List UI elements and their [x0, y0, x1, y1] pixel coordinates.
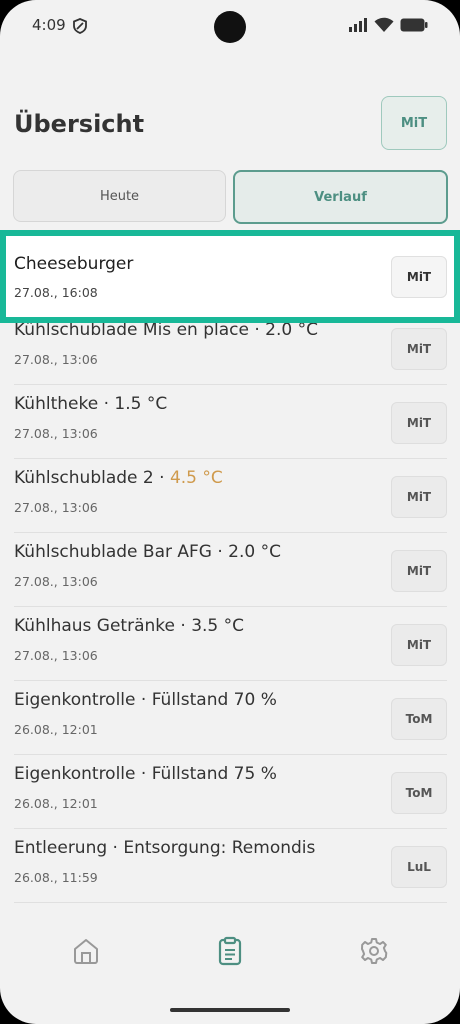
- header: Übersicht MiT: [0, 96, 460, 156]
- app-screen: 4:09 Übersicht MiT Heute Verlauf Kühlsch…: [0, 0, 460, 1024]
- highlighted-entry-frame: Cheeseburger 27.08., 16:08 MiT: [0, 230, 460, 323]
- gear-icon[interactable]: [359, 936, 389, 966]
- page-title: Übersicht: [14, 110, 145, 138]
- user-chip[interactable]: MiT: [391, 328, 447, 370]
- entry-timestamp: 27.08., 13:06: [14, 574, 98, 589]
- list-item[interactable]: Kühlschublade Bar AFG · 2.0 °C 27.08., 1…: [14, 532, 447, 607]
- status-bar: 4:09: [0, 0, 460, 56]
- user-chip[interactable]: ToM: [391, 772, 447, 814]
- entry-timestamp: 27.08., 13:06: [14, 426, 98, 441]
- user-chip[interactable]: MiT: [391, 256, 447, 298]
- list-item[interactable]: Kühlschublade 2 · 4.5 °C 27.08., 13:06 M…: [14, 458, 447, 533]
- entry-timestamp: 27.08., 13:06: [14, 352, 98, 367]
- entry-timestamp: 27.08., 13:06: [14, 648, 98, 663]
- temperature-warning: 4.5 °C: [169, 468, 223, 488]
- status-time: 4:09: [32, 16, 66, 34]
- list-item[interactable]: Kühltheke · 1.5 °C 27.08., 13:06 MiT: [14, 384, 447, 459]
- clipboard-icon[interactable]: [215, 936, 245, 966]
- entry-timestamp: 26.08., 12:01: [14, 722, 98, 737]
- entry-title: Entleerung · Entsorgung: Remondis: [14, 838, 316, 858]
- tab-bar: Heute Verlauf: [13, 170, 448, 224]
- camera-cutout: [214, 11, 246, 43]
- gesture-bar: [170, 1008, 290, 1012]
- highlighted-entry[interactable]: Cheeseburger 27.08., 16:08 MiT: [6, 236, 454, 317]
- entry-timestamp: 27.08., 13:06: [14, 500, 98, 515]
- user-chip[interactable]: ToM: [391, 698, 447, 740]
- entry-title: Cheeseburger: [14, 254, 134, 274]
- list-item[interactable]: Kühlhaus Getränke · 3.5 °C 27.08., 13:06…: [14, 606, 447, 681]
- shield-icon: [73, 18, 87, 34]
- user-chip[interactable]: LuL: [391, 846, 447, 888]
- bottom-navigation: [0, 906, 460, 1024]
- entry-timestamp: 26.08., 11:59: [14, 870, 98, 885]
- user-button[interactable]: MiT: [381, 96, 447, 150]
- user-chip[interactable]: MiT: [391, 624, 447, 666]
- entry-title: Kühlhaus Getränke · 3.5 °C: [14, 616, 244, 636]
- user-chip[interactable]: MiT: [391, 402, 447, 444]
- signal-icon: [349, 18, 367, 32]
- entry-timestamp: 27.08., 16:08: [14, 285, 98, 300]
- entry-title: Kühlschublade 2 · 4.5 °C: [14, 468, 223, 488]
- battery-icon: [400, 18, 428, 32]
- user-chip[interactable]: MiT: [391, 476, 447, 518]
- entry-title: Kühltheke · 1.5 °C: [14, 394, 168, 414]
- entry-title: Eigenkontrolle · Füllstand 70 %: [14, 690, 277, 710]
- entry-title-prefix: Kühlschublade 2 ·: [14, 468, 170, 488]
- system-icons: [348, 17, 428, 33]
- user-chip[interactable]: MiT: [391, 550, 447, 592]
- home-icon[interactable]: [71, 936, 101, 966]
- list-item[interactable]: Entleerung · Entsorgung: Remondis 26.08.…: [14, 828, 447, 903]
- entry-title: Eigenkontrolle · Füllstand 75 %: [14, 764, 277, 784]
- list-item[interactable]: Eigenkontrolle · Füllstand 70 % 26.08., …: [14, 680, 447, 755]
- entry-title: Kühlschublade Bar AFG · 2.0 °C: [14, 542, 281, 562]
- list-item[interactable]: Eigenkontrolle · Füllstand 75 % 26.08., …: [14, 754, 447, 829]
- tab-today[interactable]: Heute: [13, 170, 226, 222]
- wifi-icon: [374, 17, 394, 32]
- entry-timestamp: 26.08., 12:01: [14, 796, 98, 811]
- entry-title: Kühlschublade Mis en place · 2.0 °C: [14, 320, 318, 340]
- tab-history[interactable]: Verlauf: [233, 170, 448, 224]
